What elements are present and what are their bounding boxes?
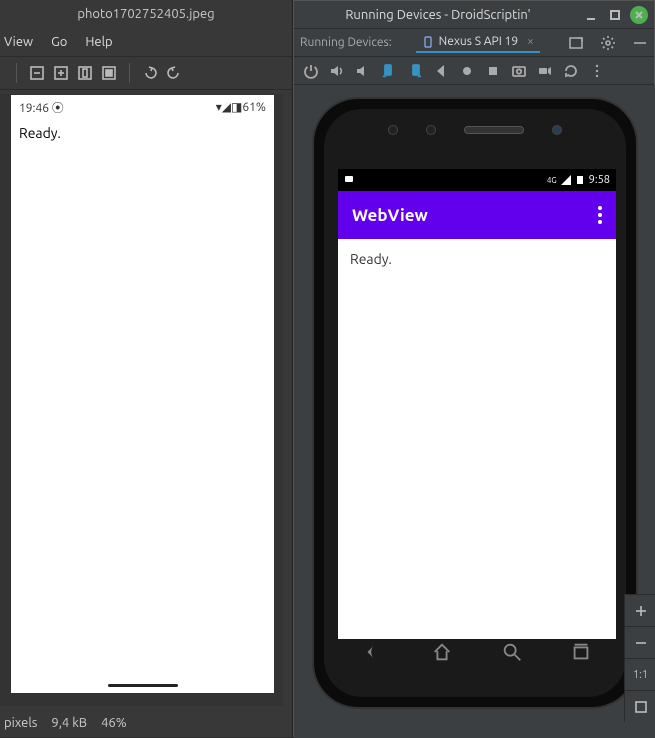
image-viewer-title: photo1702752405.jpeg (0, 0, 292, 28)
tabbar-label: Running Devices: (300, 36, 392, 49)
volume-down-icon[interactable] (354, 62, 372, 80)
screen-record-icon[interactable] (536, 62, 554, 80)
emulator-window: Running Devices - DroidScriptin' Running… (293, 0, 655, 737)
image-viewer-toolbar (0, 56, 292, 90)
back-icon[interactable] (432, 62, 450, 80)
sensor-dot (426, 125, 436, 135)
tab-close-icon[interactable]: × (527, 35, 534, 48)
phone-frame: 4G 9:58 WebView Ready. (312, 97, 638, 709)
image-viewer-menubar: View Go Help (0, 28, 292, 56)
rotate-right-icon[interactable] (166, 65, 182, 81)
overflow-menu-icon[interactable] (598, 206, 602, 224)
rotate-left-icon[interactable] (380, 62, 398, 80)
emulator-toolbar (294, 57, 654, 85)
rotate-right-icon[interactable] (406, 62, 424, 80)
minimize-button[interactable] (582, 6, 600, 24)
menu-go[interactable]: Go (51, 35, 67, 49)
image-viewer-window: photo1702752405.jpeg View Go Help 19:4 (0, 0, 293, 737)
hide-icon[interactable] (632, 35, 648, 51)
zoom-panel: 1:1 (624, 594, 655, 722)
app-bar: WebView (338, 191, 616, 239)
photo-time: 19:46 ⦿ (19, 99, 64, 116)
device-tab-label: Nexus S API 19 (439, 35, 518, 48)
sensor-dot (388, 125, 398, 135)
status-network-label: 4G (547, 176, 557, 185)
image-canvas-area: 19:46 ⦿ ▾◢◨61% Ready. (0, 94, 283, 706)
photo-content-text: Ready. (11, 119, 274, 147)
toolbar-divider (16, 63, 17, 83)
app-content: Ready. (338, 239, 616, 279)
device-tabbar: Running Devices: Nexus S API 19 × (294, 29, 654, 57)
nav-home-icon[interactable] (431, 641, 453, 666)
device-area: 4G 9:58 WebView Ready. (294, 85, 655, 738)
status-time: 9:58 (589, 174, 610, 186)
more-icon[interactable] (588, 62, 606, 80)
rotate-left-icon[interactable] (142, 65, 158, 81)
zoom-actual-button[interactable]: 1:1 (625, 658, 655, 690)
new-window-icon[interactable] (568, 35, 584, 51)
phone-speaker (464, 126, 524, 134)
power-icon[interactable] (302, 62, 320, 80)
android-statusbar: 4G 9:58 (338, 169, 616, 191)
zoom-fit-button[interactable] (625, 690, 655, 722)
photo-home-indicator (108, 684, 178, 687)
nav-recents-icon[interactable] (570, 641, 592, 666)
volume-up-icon[interactable] (328, 62, 346, 80)
emulator-title: Running Devices - DroidScriptin' (300, 8, 576, 22)
phone-sensor-bar (388, 125, 562, 135)
signal-icon (561, 175, 571, 185)
record-icon[interactable] (458, 62, 476, 80)
status-notification-icon (344, 174, 354, 187)
emulator-titlebar: Running Devices - DroidScriptin' (294, 1, 654, 29)
stop-icon[interactable] (484, 62, 502, 80)
settings-icon[interactable] (600, 35, 616, 51)
phone-icon (422, 36, 434, 48)
zoom-out-icon[interactable] (29, 65, 45, 81)
zoom-out-button[interactable] (625, 626, 655, 658)
android-navbar (338, 633, 616, 673)
menu-view[interactable]: View (4, 35, 33, 49)
maximize-button[interactable] (606, 6, 624, 24)
zoom-in-button[interactable] (625, 594, 655, 626)
image-viewer-statusbar: pixels 9,4 kB 46% (0, 709, 292, 737)
fit-window-icon[interactable] (101, 65, 117, 81)
phone-screen[interactable]: 4G 9:58 WebView Ready. (338, 169, 616, 639)
close-button[interactable] (630, 6, 648, 24)
status-filesize: 9,4 kB (51, 716, 87, 730)
nav-search-icon[interactable] (501, 641, 523, 666)
menu-help[interactable]: Help (85, 35, 112, 49)
nav-back-icon[interactable] (362, 641, 384, 666)
status-pixels: pixels (4, 716, 37, 730)
device-tab[interactable]: Nexus S API 19 × (416, 32, 540, 53)
toolbar-divider (129, 63, 130, 83)
screenshot-icon[interactable] (510, 62, 528, 80)
zoom-in-icon[interactable] (53, 65, 69, 81)
battery-icon (575, 175, 585, 185)
status-zoom: 46% (101, 716, 127, 730)
displayed-photo: 19:46 ⦿ ▾◢◨61% Ready. (11, 95, 274, 693)
refresh-icon[interactable] (562, 62, 580, 80)
app-title: WebView (352, 206, 428, 225)
photo-battery: ▾◢◨61% (216, 100, 266, 114)
camera-dot (552, 125, 562, 135)
fit-width-icon[interactable] (77, 65, 93, 81)
photo-statusbar: 19:46 ⦿ ▾◢◨61% (11, 95, 274, 119)
